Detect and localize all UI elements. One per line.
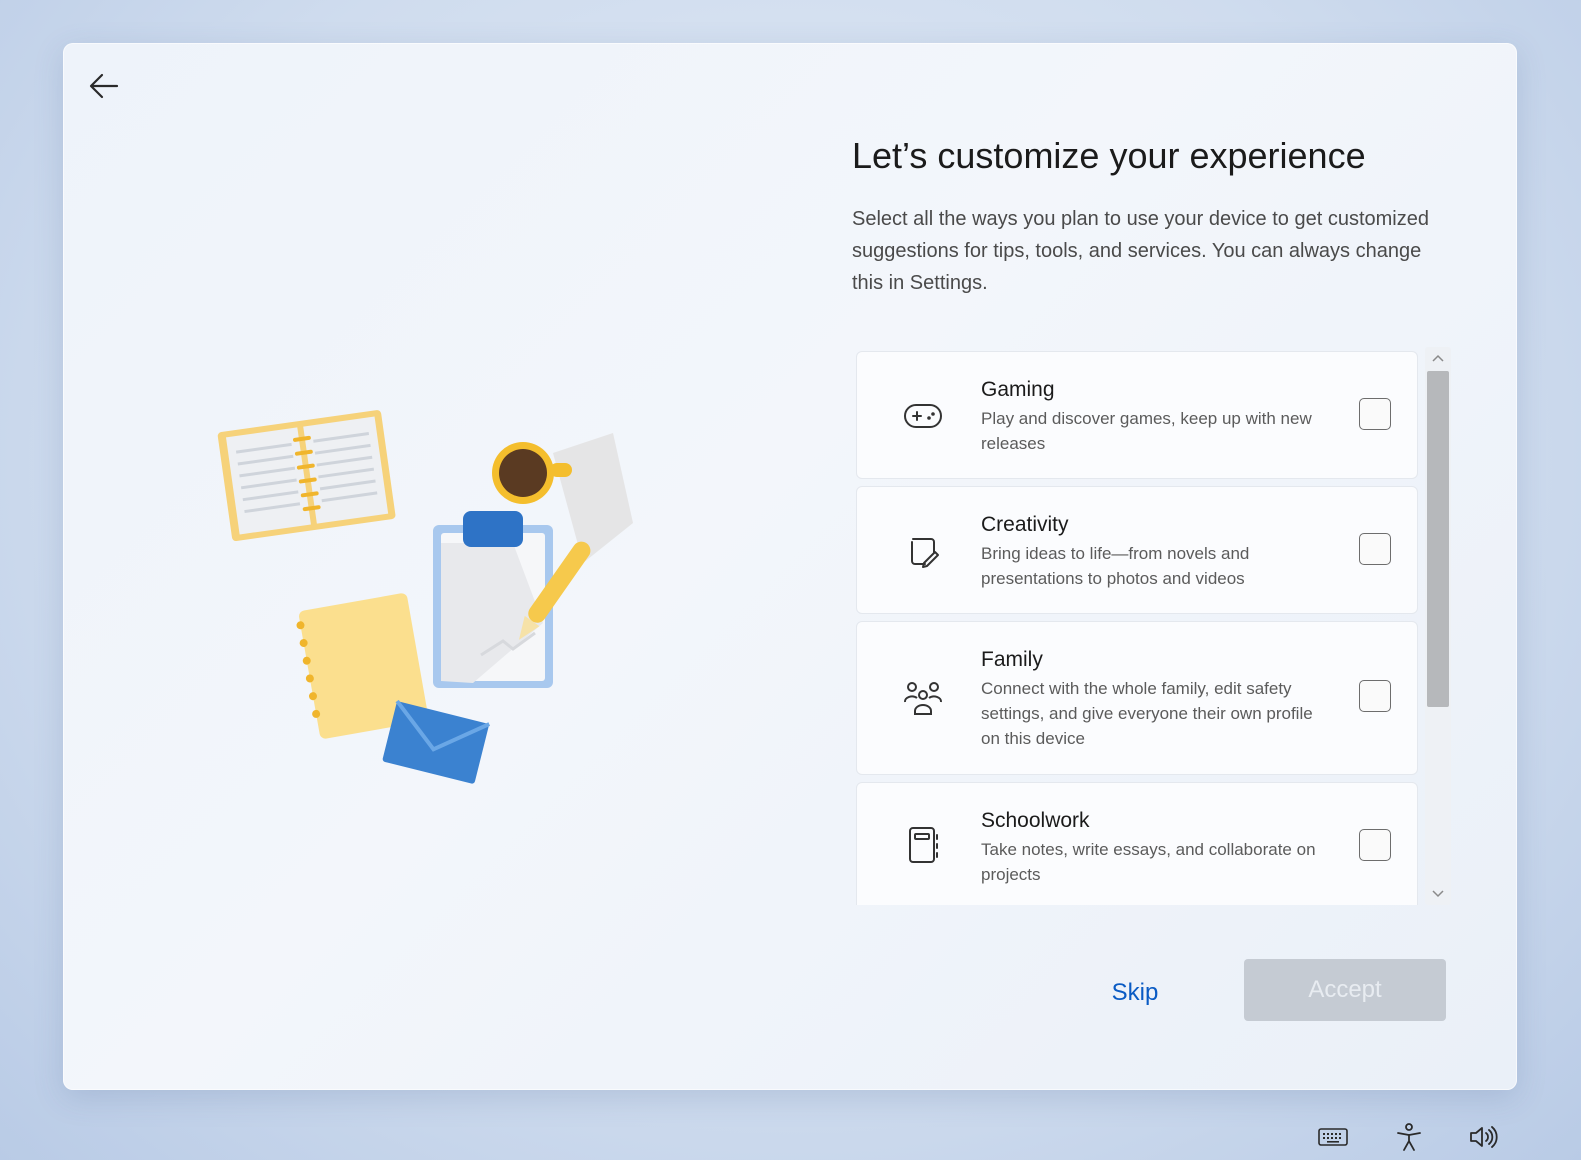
option-description: Connect with the whole family, edit safe… bbox=[981, 679, 1313, 748]
page-subtitle: Select all the ways you plan to use your… bbox=[852, 208, 1429, 294]
envelope-illustration bbox=[382, 699, 491, 784]
skip-button[interactable]: Skip bbox=[1083, 968, 1187, 1018]
schoolwork-checkbox[interactable] bbox=[1359, 829, 1391, 861]
creativity-checkbox[interactable] bbox=[1359, 533, 1391, 565]
notebook-icon bbox=[901, 823, 945, 867]
family-checkbox[interactable] bbox=[1359, 680, 1391, 712]
pen-paper-icon bbox=[901, 529, 945, 573]
option-card-creativity[interactable]: Creativity Bring ideas to life—from nove… bbox=[856, 486, 1418, 614]
option-card-schoolwork[interactable]: Schoolwork Take notes, write essays, and… bbox=[856, 782, 1418, 905]
scroll-down-arrow[interactable] bbox=[1425, 883, 1451, 905]
option-card-family[interactable]: Family Connect with the whole family, ed… bbox=[856, 621, 1418, 775]
arrow-left-icon bbox=[89, 73, 119, 99]
back-button[interactable] bbox=[83, 65, 125, 107]
option-title: Schoolwork bbox=[981, 809, 1090, 832]
chevron-up-icon bbox=[1432, 354, 1444, 362]
option-card-gaming[interactable]: Gaming Play and discover games, keep up … bbox=[856, 351, 1418, 479]
accept-button[interactable]: Accept bbox=[1244, 959, 1446, 1021]
chevron-down-icon bbox=[1432, 890, 1444, 898]
option-title: Family bbox=[981, 648, 1043, 671]
options-scrollbar[interactable] bbox=[1425, 347, 1451, 905]
option-description: Bring ideas to life—from novels and pres… bbox=[981, 544, 1250, 588]
option-title: Gaming bbox=[981, 378, 1055, 401]
option-description: Take notes, write essays, and collaborat… bbox=[981, 840, 1316, 884]
volume-icon[interactable] bbox=[1467, 1120, 1501, 1154]
gamepad-icon bbox=[901, 394, 945, 438]
page-title: Let’s customize your experience bbox=[852, 135, 1366, 176]
clipboard-illustration bbox=[433, 511, 553, 688]
keyboard-icon[interactable] bbox=[1316, 1120, 1350, 1154]
option-title: Creativity bbox=[981, 513, 1069, 536]
oobe-window: Let’s customize your experience Select a… bbox=[63, 43, 1517, 1090]
desk-illustration bbox=[217, 410, 633, 784]
gaming-checkbox[interactable] bbox=[1359, 398, 1391, 430]
option-description: Play and discover games, keep up with ne… bbox=[981, 409, 1312, 453]
book-illustration bbox=[217, 410, 396, 542]
people-icon bbox=[901, 676, 945, 720]
accessibility-icon[interactable] bbox=[1392, 1120, 1426, 1154]
scroll-up-arrow[interactable] bbox=[1425, 347, 1451, 369]
usage-options-list[interactable]: Gaming Play and discover games, keep up … bbox=[856, 349, 1422, 905]
scroll-thumb[interactable] bbox=[1427, 371, 1449, 707]
